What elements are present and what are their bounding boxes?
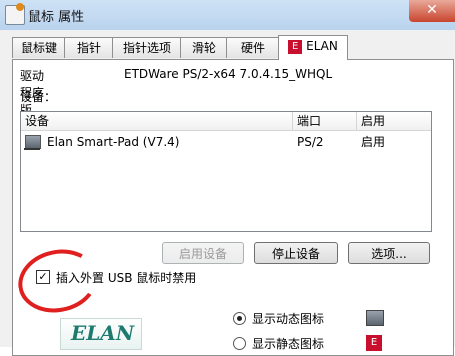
device-name: Elan Smart-Pad (V7.4) <box>47 135 180 149</box>
device-port: PS/2 <box>297 135 324 149</box>
tab-elan-label: ELAN <box>306 39 338 53</box>
static-icon-radio[interactable] <box>233 337 246 350</box>
elan-logo-icon: E <box>288 39 303 54</box>
tab-hardware[interactable]: 硬件 <box>226 37 280 58</box>
column-device[interactable]: 设备 <box>21 112 293 130</box>
touchpad-icon <box>24 135 41 150</box>
column-enabled[interactable]: 启用 <box>357 112 431 130</box>
static-icon-label[interactable]: 显示静态图标 <box>252 335 324 352</box>
tab-pointers[interactable]: 指针 <box>64 37 114 58</box>
dynamic-icon-radio[interactable] <box>233 312 246 325</box>
elan-logo: ELAN <box>60 318 142 350</box>
driver-version-value: ETDWare PS/2-x64 7.0.4.15_WHQL <box>124 67 333 81</box>
table-row[interactable]: Elan Smart-Pad (V7.4) PS/2 启用 <box>21 132 431 152</box>
enable-device-button[interactable]: 启用设备 <box>162 242 244 264</box>
dynamic-icon-label[interactable]: 显示动态图标 <box>252 310 324 327</box>
static-tray-icon: E <box>366 335 382 351</box>
mouse-properties-icon <box>5 3 25 25</box>
tab-elan[interactable]: E ELAN <box>278 35 348 60</box>
device-list-header: 设备 端口 启用 <box>21 112 431 131</box>
device-enabled: 启用 <box>361 135 386 149</box>
window-title: 鼠标 属性 <box>28 10 85 25</box>
tab-wheel[interactable]: 滑轮 <box>180 37 228 58</box>
title-bar: 鼠标 属性 ✕ <box>0 0 455 30</box>
close-button[interactable]: ✕ <box>409 0 455 22</box>
tab-mouse-buttons[interactable]: 鼠标键 <box>12 37 66 58</box>
options-button[interactable]: 选项... <box>348 242 430 264</box>
dynamic-tray-icon <box>366 310 384 326</box>
elan-logo-text: ELAN <box>71 321 135 345</box>
dialog-body: 鼠标键 指针 指针选项 滑轮 硬件 EELAN 驱动程序版本： ETDWare … <box>0 30 455 356</box>
tab-pointer-options[interactable]: 指针选项 <box>112 37 182 58</box>
column-port[interactable]: 端口 <box>293 112 357 130</box>
stop-device-button[interactable]: 停止设备 <box>254 242 338 264</box>
device-list[interactable]: 设备 端口 启用 Elan Smart-Pad (V7.4) PS/2 启用 <box>20 111 432 232</box>
devices-label: 设备： <box>20 90 57 104</box>
